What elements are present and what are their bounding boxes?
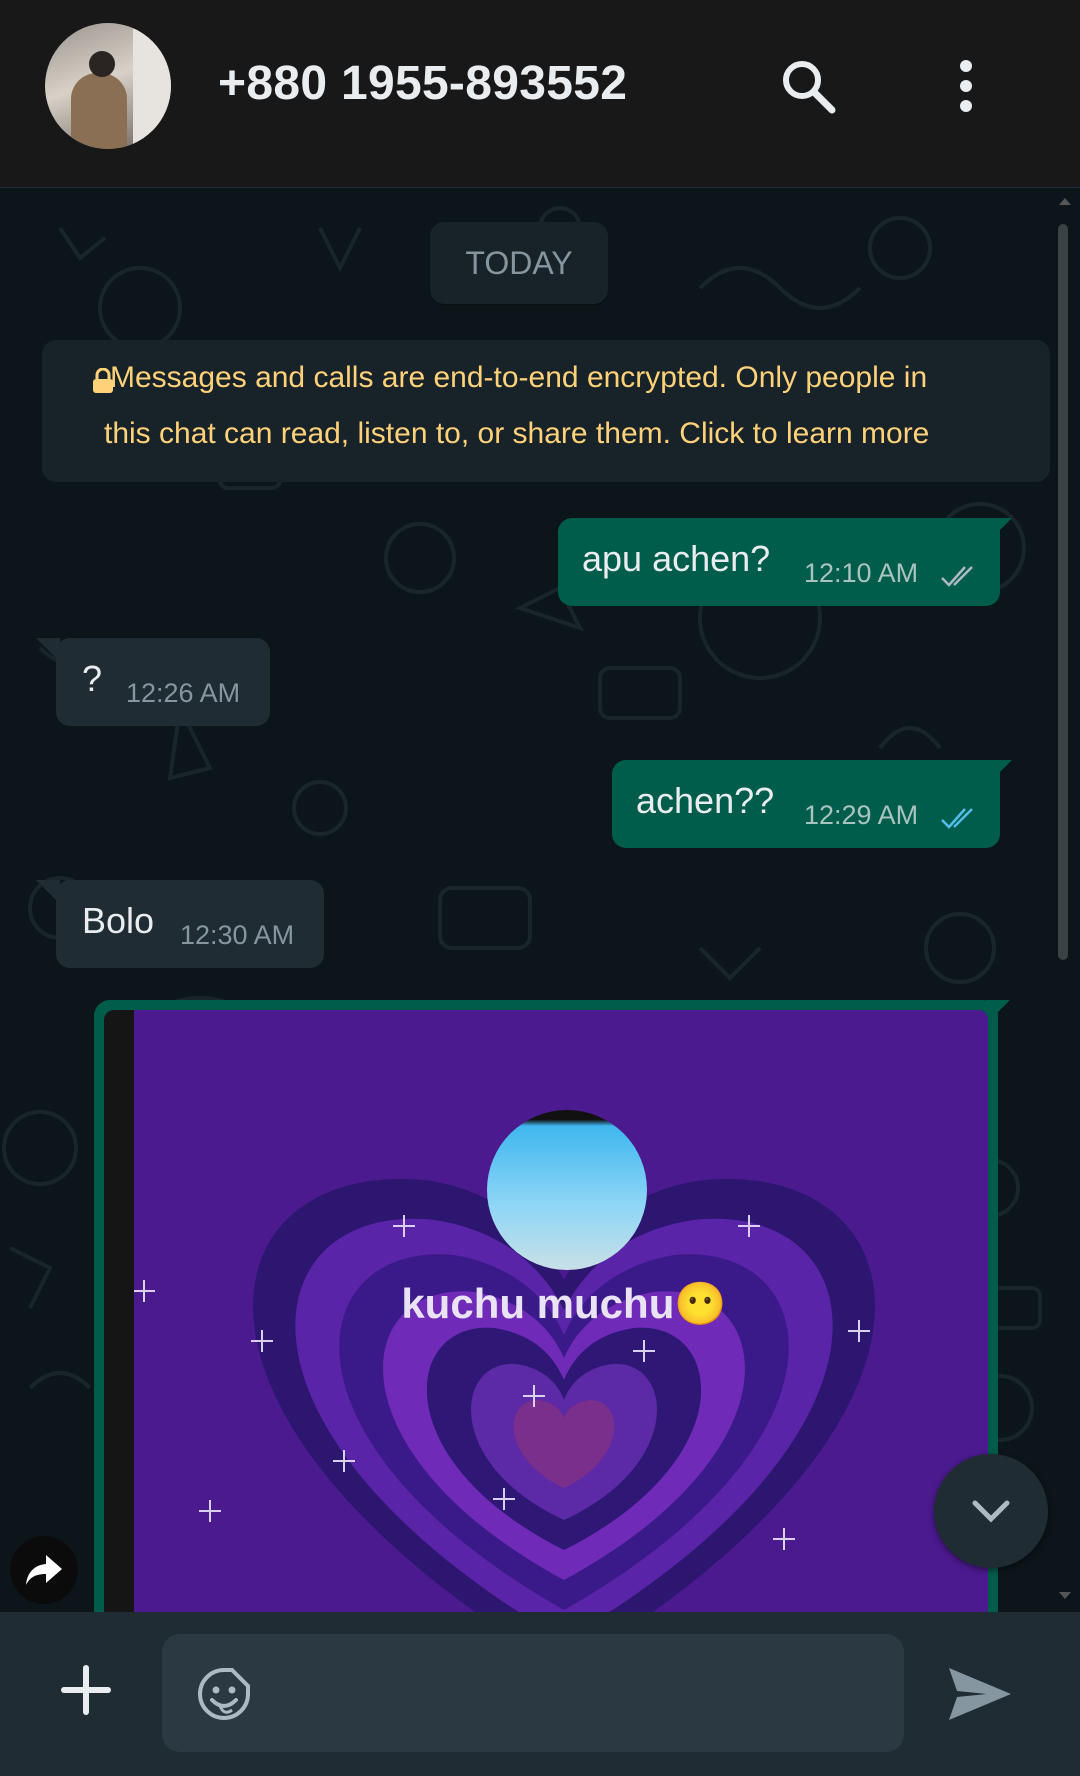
- double-check-read-icon: [941, 808, 973, 829]
- sticker-icon[interactable]: [196, 1666, 252, 1722]
- search-icon: [783, 61, 836, 114]
- send-icon: [949, 1668, 1011, 1720]
- lock-icon: [93, 368, 113, 393]
- media-image[interactable]: kuchu muchu😶: [104, 1010, 988, 1612]
- message-text: apu achen?: [582, 538, 771, 579]
- encryption-notice-line2: this chat can read, listen to, or share …: [104, 417, 930, 450]
- message-bubble-outgoing[interactable]: achen?? 12:29 AM: [612, 760, 1012, 848]
- bubble-tail: [988, 760, 1012, 784]
- message-bubble-incoming[interactable]: ? 12:26 AM: [36, 638, 270, 726]
- more-vertical-icon: [960, 60, 972, 112]
- search-button[interactable]: [772, 50, 844, 122]
- message-text: Bolo: [82, 900, 155, 941]
- message-bubble-outgoing[interactable]: apu achen? 12:10 AM: [558, 518, 1012, 606]
- double-check-icon: [941, 566, 973, 587]
- scroll-up-arrow[interactable]: [1059, 198, 1071, 205]
- message-text: ?: [82, 658, 103, 699]
- message-bubble-incoming[interactable]: Bolo 12:30 AM: [36, 880, 324, 968]
- attach-button[interactable]: [50, 1654, 122, 1726]
- chat-area[interactable]: TODAY Messages and calls are end-to-end …: [0, 188, 1080, 1612]
- bubble-tail: [36, 638, 60, 662]
- media-caption: kuchu muchu😶: [401, 1280, 727, 1327]
- date-divider: TODAY: [430, 222, 608, 304]
- scrollbar-thumb[interactable]: [1058, 224, 1068, 960]
- forward-icon: [26, 1555, 62, 1585]
- message-text: achen??: [636, 780, 775, 821]
- message-time: 12:10 AM: [804, 558, 919, 588]
- forward-button[interactable]: [10, 1536, 78, 1604]
- chat-header: +880 1955-893552: [0, 0, 1080, 188]
- media-avatar-photo: [487, 1110, 647, 1270]
- encryption-notice[interactable]: Messages and calls are end-to-end encryp…: [42, 340, 1050, 482]
- menu-button[interactable]: [930, 50, 1002, 122]
- bubble-tail: [36, 880, 60, 904]
- media-artwork: kuchu muchu😶: [134, 1010, 988, 1612]
- message-input[interactable]: [272, 1634, 886, 1754]
- message-time: 12:26 AM: [126, 678, 241, 708]
- encryption-notice-line1: Messages and calls are end-to-end encryp…: [110, 361, 928, 394]
- bubble-tail: [986, 1000, 1010, 1024]
- scroll-to-bottom-button[interactable]: [934, 1454, 1048, 1568]
- scroll-down-arrow[interactable]: [1059, 1592, 1071, 1599]
- message-time: 12:29 AM: [804, 800, 919, 830]
- plus-icon: [61, 1665, 111, 1715]
- message-input-container[interactable]: [162, 1634, 904, 1754]
- media-message-bubble[interactable]: kuchu muchu😶: [94, 1000, 1010, 1612]
- contact-avatar[interactable]: [45, 23, 171, 149]
- send-button[interactable]: [940, 1654, 1020, 1734]
- message-time: 12:30 AM: [180, 920, 295, 950]
- compose-bar: [0, 1612, 1080, 1776]
- contact-name[interactable]: +880 1955-893552: [218, 56, 627, 111]
- bubble-tail: [988, 518, 1012, 542]
- chevron-down-icon: [972, 1500, 1010, 1523]
